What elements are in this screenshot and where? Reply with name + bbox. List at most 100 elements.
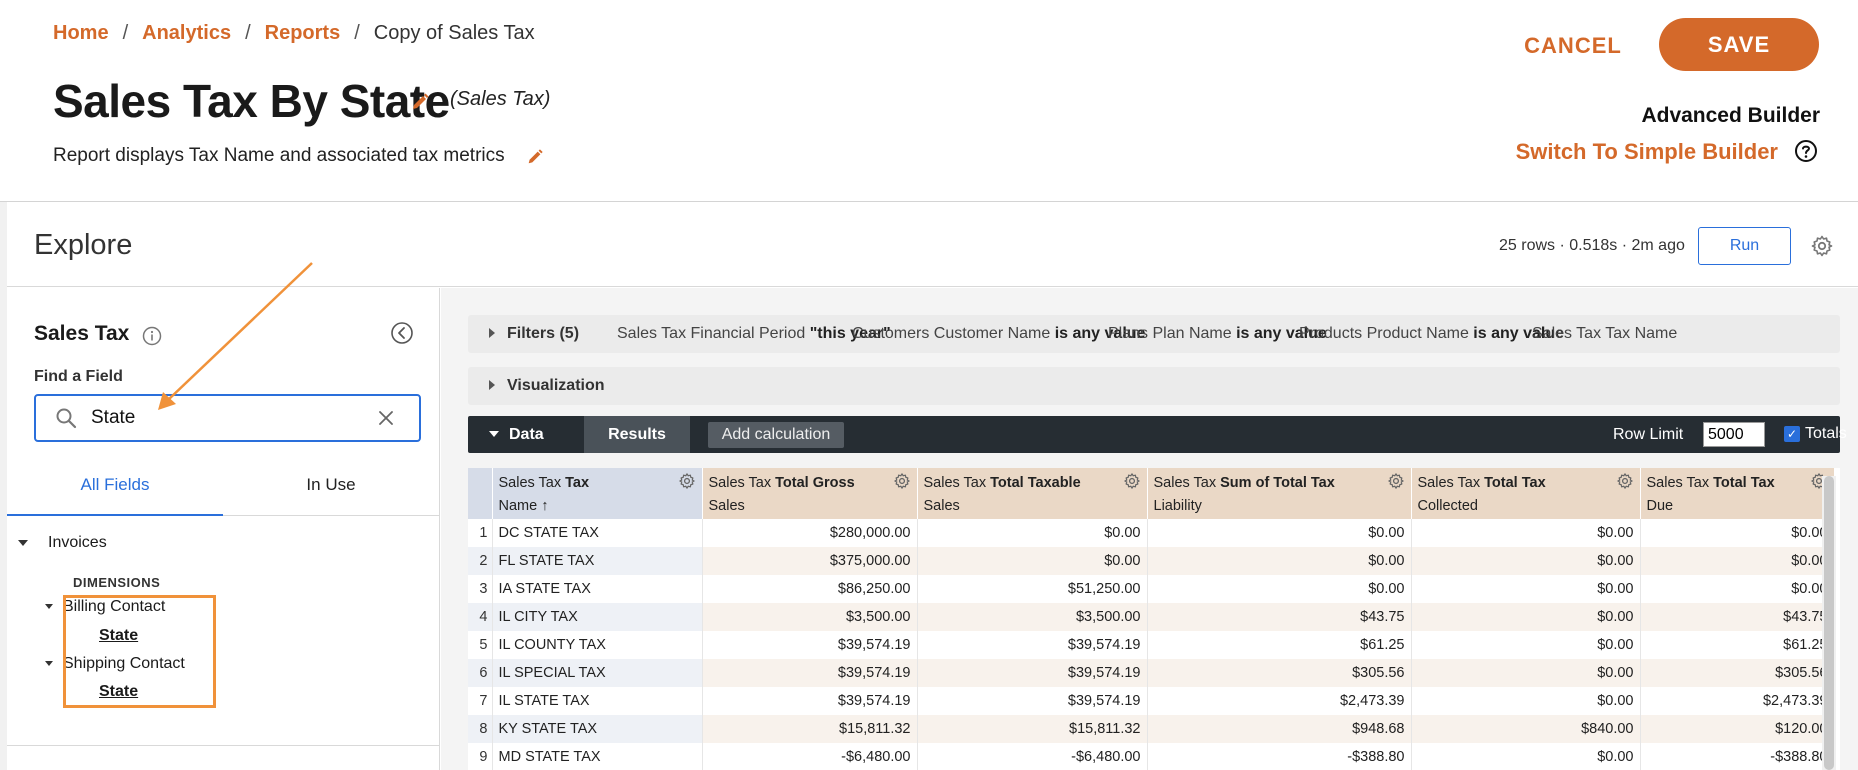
data-toolbar: Data Results Add calculation Row Limit ✓… (468, 416, 1847, 453)
cancel-button[interactable]: CANCEL (1518, 22, 1628, 70)
row-number-header (468, 468, 493, 519)
explore-settings-gear-icon[interactable] (1810, 234, 1834, 258)
table-cell-value: $0.00 (1640, 519, 1835, 547)
table-row[interactable]: 7 IL STATE TAX $39,574.19 $39,574.19 $2,473.… (468, 687, 1835, 715)
column-settings-gear-icon[interactable] (893, 472, 911, 490)
collapse-sidebar-icon[interactable] (390, 321, 414, 345)
table-cell-value: $0.00 (1640, 575, 1835, 603)
column-header-field: Sales (708, 498, 745, 514)
filter-chip-tax-name[interactable]: Sales Tax Tax Name (1532, 325, 1677, 343)
filter-chip-financial-period[interactable]: Sales Tax Financial Period "this year" (617, 325, 891, 343)
column-settings-gear-icon[interactable] (1387, 472, 1405, 490)
breadcrumb-reports[interactable]: Reports (265, 22, 341, 45)
edit-title-pencil-icon[interactable] (410, 92, 430, 112)
table-row[interactable]: 9 MD STATE TAX -$6,480.00 -$6,480.00 -$388.8… (468, 743, 1835, 770)
filter-chip-product-name[interactable]: Products Product Name is any value (1299, 325, 1564, 343)
visualization-toggle[interactable]: Visualization (489, 377, 605, 395)
column-settings-gear-icon[interactable] (1123, 472, 1141, 490)
table-row[interactable]: 3 IA STATE TAX $86,250.00 $51,250.00 $0.00 $0… (468, 575, 1835, 603)
column-header[interactable]: Sales Tax Tax Name ↑ (492, 468, 703, 519)
edit-description-pencil-icon[interactable] (526, 148, 544, 166)
table-row[interactable]: 2 FL STATE TAX $375,000.00 $0.00 $0.00 $0.00 $… (468, 547, 1835, 575)
tab-all-fields[interactable]: All Fields (7, 471, 223, 516)
filter-field: Plans Plan Name (1108, 325, 1237, 342)
totals-checkbox[interactable]: ✓ (1784, 426, 1800, 442)
table-cell-value: $0.00 (1640, 547, 1835, 575)
field-search-box (34, 394, 421, 442)
row-limit-label: Row Limit (1613, 426, 1684, 443)
table-row[interactable]: 4 IL CITY TAX $3,500.00 $3,500.00 $43.75 $0.0… (468, 603, 1835, 631)
breadcrumb-analytics[interactable]: Analytics (142, 22, 231, 45)
filter-chip-plan-name[interactable]: Plans Plan Name is any value (1108, 325, 1327, 343)
table-row[interactable]: 1 DC STATE TAX $280,000.00 $0.00 $0.00 $0.00 $… (468, 519, 1835, 547)
filters-section[interactable]: Filters (5) Sales Tax Financial Period "… (468, 315, 1840, 353)
table-cell-value: $840.00 (1411, 715, 1641, 743)
row-limit-input[interactable] (1703, 422, 1765, 447)
row-number: 4 (468, 603, 493, 631)
column-header[interactable]: Sales Tax Total Taxable Sales (917, 468, 1148, 519)
table-row[interactable]: 6 IL SPECIAL TAX $39,574.19 $39,574.19 $305.… (468, 659, 1835, 687)
tab-in-use[interactable]: In Use (223, 471, 439, 516)
field-tabs: All Fields In Use (7, 471, 439, 516)
table-cell-value: -$6,480.00 (917, 743, 1148, 770)
table-cell-value: $15,811.32 (702, 715, 918, 743)
info-icon[interactable] (142, 326, 162, 346)
filter-field: Customers Customer Name (852, 325, 1055, 342)
help-circle-icon[interactable] (1794, 139, 1818, 163)
field-search-input[interactable] (91, 405, 361, 431)
table-cell-value: $305.56 (1147, 659, 1412, 687)
table-cell-value: $39,574.19 (917, 687, 1148, 715)
column-header[interactable]: Sales Tax Sum of Total Tax Liability (1147, 468, 1412, 519)
table-row[interactable]: 5 IL COUNTY TAX $39,574.19 $39,574.19 $61.25… (468, 631, 1835, 659)
table-cell-tax-name: IL SPECIAL TAX (492, 659, 703, 687)
row-number: 5 (468, 631, 493, 659)
visualization-section[interactable]: Visualization (468, 367, 1840, 405)
column-settings-gear-icon[interactable] (1616, 472, 1634, 490)
table-cell-value: $39,574.19 (702, 659, 918, 687)
filters-toggle[interactable]: Filters (5) (489, 325, 579, 343)
totals-label: Totals (1805, 425, 1847, 442)
table-cell-value: $0.00 (917, 547, 1148, 575)
column-header-field: Collected (1417, 498, 1478, 514)
results-grid: Sales Tax Tax Name ↑ Sales Tax Total Gross… (468, 468, 1840, 770)
breadcrumb-separator: / (245, 22, 251, 44)
switch-to-simple-builder-link[interactable]: Switch To Simple Builder (1516, 139, 1778, 165)
table-body: 1 DC STATE TAX $280,000.00 $0.00 $0.00 $0.00 $… (468, 519, 1835, 770)
table-cell-value: -$388.80 (1147, 743, 1412, 770)
column-settings-gear-icon[interactable] (678, 472, 696, 490)
table-cell-value: $43.75 (1147, 603, 1412, 631)
table-cell-value: $0.00 (1147, 519, 1412, 547)
table-cell-value: $61.25 (1640, 631, 1835, 659)
column-header-field: Sales (923, 498, 960, 514)
run-button[interactable]: Run (1698, 227, 1791, 265)
explore-bar: Explore 25 rows · 0.518s · 2m ago Run (7, 203, 1858, 287)
annotation-highlight-box (63, 595, 216, 708)
table-cell-value: $120.00 (1640, 715, 1835, 743)
scrollbar-thumb[interactable] (1824, 476, 1834, 770)
table-header-row: Sales Tax Tax Name ↑ Sales Tax Total Gross… (468, 468, 1835, 519)
data-tab[interactable]: Data (468, 416, 584, 453)
save-button[interactable]: SAVE (1659, 18, 1819, 71)
divider (7, 745, 439, 746)
filter-chip-customer-name[interactable]: Customers Customer Name is any value (852, 325, 1145, 343)
column-header-field: Total Tax (1713, 475, 1775, 491)
table-cell-value: $280,000.00 (702, 519, 918, 547)
table-row[interactable]: 8 KY STATE TAX $15,811.32 $15,811.32 $948.68… (468, 715, 1835, 743)
tree-group-invoices[interactable]: Invoices (18, 534, 107, 552)
expand-triangle-icon (489, 380, 495, 390)
results-tab[interactable]: Results (584, 416, 690, 453)
column-header[interactable]: Sales Tax Total Tax Collected (1411, 468, 1641, 519)
table-cell-value: $15,811.32 (917, 715, 1148, 743)
table-cell-value: $0.00 (1411, 687, 1641, 715)
add-calculation-button[interactable]: Add calculation (708, 422, 844, 448)
table-cell-value: $86,250.00 (702, 575, 918, 603)
column-header[interactable]: Sales Tax Total Gross Sales (702, 468, 918, 519)
clear-search-icon[interactable] (376, 408, 396, 428)
visualization-title: Visualization (507, 377, 605, 394)
vertical-scrollbar[interactable] (1822, 476, 1836, 770)
query-run-meta: 25 rows · 0.518s · 2m ago (1499, 237, 1685, 254)
table-cell-value: $375,000.00 (702, 547, 918, 575)
breadcrumb-home[interactable]: Home (53, 22, 109, 45)
column-header[interactable]: Sales Tax Total Tax Due (1640, 468, 1835, 519)
table-cell-value: $39,574.19 (702, 687, 918, 715)
